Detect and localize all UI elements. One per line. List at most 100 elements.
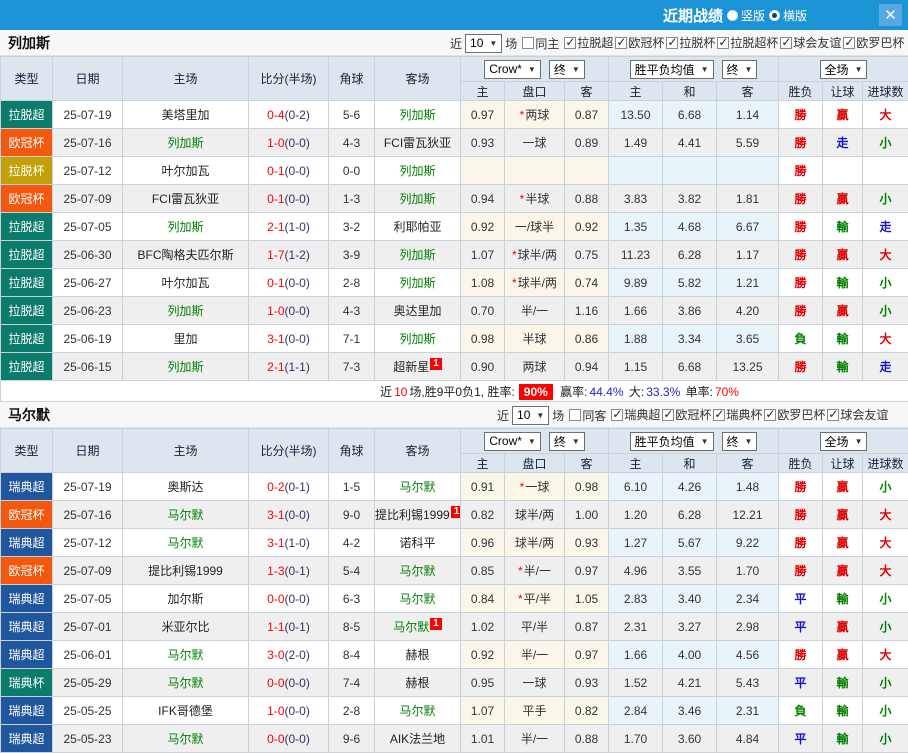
- result-text: 輸: [836, 704, 849, 718]
- final-select-2[interactable]: 终: [721, 431, 758, 451]
- crow-select-value: Crow*: [489, 62, 522, 76]
- score-cell: 1-0(0-0): [248, 128, 329, 157]
- score-cell: 2-1(1-0): [248, 212, 329, 241]
- mean-home-odds: 1.88: [608, 324, 663, 353]
- filter-competition[interactable]: 拉脱超杯: [717, 34, 778, 51]
- crow-select[interactable]: Crow*: [484, 431, 541, 451]
- result-text: 贏: [836, 620, 849, 634]
- mean-draw-odds: 3.86: [662, 296, 717, 325]
- col-type: 类型: [0, 428, 53, 473]
- scope-select[interactable]: 全场: [819, 431, 868, 451]
- handicap-line-cell: 半球: [504, 324, 565, 353]
- close-button[interactable]: ✕: [879, 4, 902, 26]
- competition-badge: 拉脱超: [0, 240, 53, 269]
- crow-away-odds: 0.89: [564, 128, 609, 157]
- competition-badge: 欧冠杯: [0, 128, 53, 157]
- home-team-cell: 马尔默: [122, 640, 249, 669]
- final-select[interactable]: 终: [548, 431, 585, 451]
- sub-mean-home: 主: [608, 453, 663, 473]
- filter-competition[interactable]: 欧罗巴杯: [764, 406, 825, 423]
- handicap-line-cell: [504, 156, 565, 185]
- crow-home-odds: 1.08: [460, 268, 505, 297]
- mean-select[interactable]: 胜平负均值: [629, 59, 714, 79]
- team-name: 提比利锡1999: [148, 564, 223, 578]
- checkbox-checked-icon: [564, 35, 577, 49]
- filter-competition[interactable]: 欧罗巴杯: [843, 34, 904, 51]
- filter-competition[interactable]: 瑞典超: [611, 406, 660, 423]
- team-name: 加尔斯: [167, 592, 204, 606]
- filter-same-venue[interactable]: 同客: [569, 407, 606, 424]
- filter-competition[interactable]: 欧冠杯: [662, 406, 711, 423]
- handicap-line-text: 一/球半: [514, 220, 555, 234]
- col-away: 客场: [374, 56, 461, 101]
- home-team-cell: 美塔里加: [122, 100, 249, 129]
- date-cell: 25-07-09: [52, 184, 123, 213]
- away-team-cell: 列加斯: [374, 100, 461, 129]
- filter-competition[interactable]: 瑞典杯: [713, 406, 762, 423]
- result-text: 大: [879, 536, 892, 550]
- halftime-score: (2-0): [284, 647, 310, 662]
- fulltime-score: 3-0: [267, 647, 285, 662]
- mean-away-odds: 2.31: [715, 696, 780, 725]
- final-select-2[interactable]: 终: [721, 59, 758, 79]
- filter-competition[interactable]: 拉脱杯: [666, 34, 715, 51]
- col-score: 比分(半场): [248, 56, 329, 101]
- corner-cell: 1-5: [328, 472, 375, 501]
- filter-competition[interactable]: 球会友谊: [827, 406, 888, 423]
- result-text: 贏: [836, 536, 849, 550]
- filter-competition[interactable]: 欧冠杯: [615, 34, 664, 51]
- mean-away-odds: 2.34: [715, 584, 780, 613]
- radio-vertical[interactable]: 竖版: [727, 7, 765, 24]
- handicap-line-cell: 一/球半: [504, 212, 565, 241]
- crow-home-odds: 0.70: [460, 296, 505, 325]
- sub-mean-away: 客: [715, 453, 780, 473]
- team-name: 叶尔加瓦: [161, 164, 210, 178]
- handicap-line-cell: 球半/两: [504, 500, 565, 529]
- score-cell: 3-0(2-0): [248, 640, 329, 669]
- filter-same-venue[interactable]: 同主: [522, 35, 559, 52]
- mean-away-odds: 1.70: [715, 556, 780, 585]
- competition-badge: 拉脱超: [0, 212, 53, 241]
- recent-count-select[interactable]: 10: [512, 405, 550, 425]
- corner-cell: 2-8: [328, 268, 375, 297]
- radio-horizontal[interactable]: 横版: [769, 7, 807, 24]
- scope-select[interactable]: 全场: [819, 59, 868, 79]
- result-goals: [862, 156, 908, 185]
- team-name: 马尔默: [167, 648, 204, 662]
- corner-cell: 7-1: [328, 324, 375, 353]
- mean-select[interactable]: 胜平负均值: [629, 431, 714, 451]
- corner-cell: 7-3: [328, 352, 375, 381]
- corner-cell: 4-3: [328, 296, 375, 325]
- sub-wdl: 胜负: [778, 81, 824, 101]
- mean-away-odds: 1.21: [715, 268, 780, 297]
- result-text: 贏: [836, 192, 849, 206]
- crow-select[interactable]: Crow*: [484, 59, 541, 79]
- date-cell: 25-07-19: [52, 472, 123, 501]
- filter-competition[interactable]: 球会友谊: [780, 34, 841, 51]
- competition-badge: 拉脱超: [0, 296, 53, 325]
- mean-group: 胜平负均值 终: [607, 428, 780, 454]
- fulltime-score: 1-0: [267, 303, 285, 318]
- recent-count-select[interactable]: 10: [465, 33, 503, 53]
- filter-competition[interactable]: 拉脱超: [564, 34, 613, 51]
- result-text: 小: [879, 304, 892, 318]
- mean-home-odds: 1.35: [608, 212, 663, 241]
- halftime-score: (1-0): [284, 219, 310, 234]
- away-team-cell: 马尔默: [374, 556, 461, 585]
- competition-badge: 拉脱超: [0, 268, 53, 297]
- crow-away-odds: 0.97: [564, 640, 609, 669]
- result-goals: 大: [862, 640, 908, 669]
- mean-away-odds: 5.43: [715, 668, 780, 697]
- fulltime-score: 0-0: [267, 731, 285, 746]
- mean-draw-odds: 6.68: [662, 352, 717, 381]
- score-cell: 1-7(1-2): [248, 240, 329, 269]
- result-text: 大: [879, 564, 892, 578]
- team-name: 马尔默: [399, 592, 436, 606]
- team-name: 马尔默: [399, 564, 436, 578]
- final-select[interactable]: 终: [548, 59, 585, 79]
- result-text: 平: [794, 620, 807, 634]
- final-select-2-value: 终: [726, 62, 739, 77]
- checkbox-checked-icon: [827, 407, 840, 421]
- checkbox-checked-icon: [615, 35, 628, 49]
- result-text: 勝: [794, 360, 807, 374]
